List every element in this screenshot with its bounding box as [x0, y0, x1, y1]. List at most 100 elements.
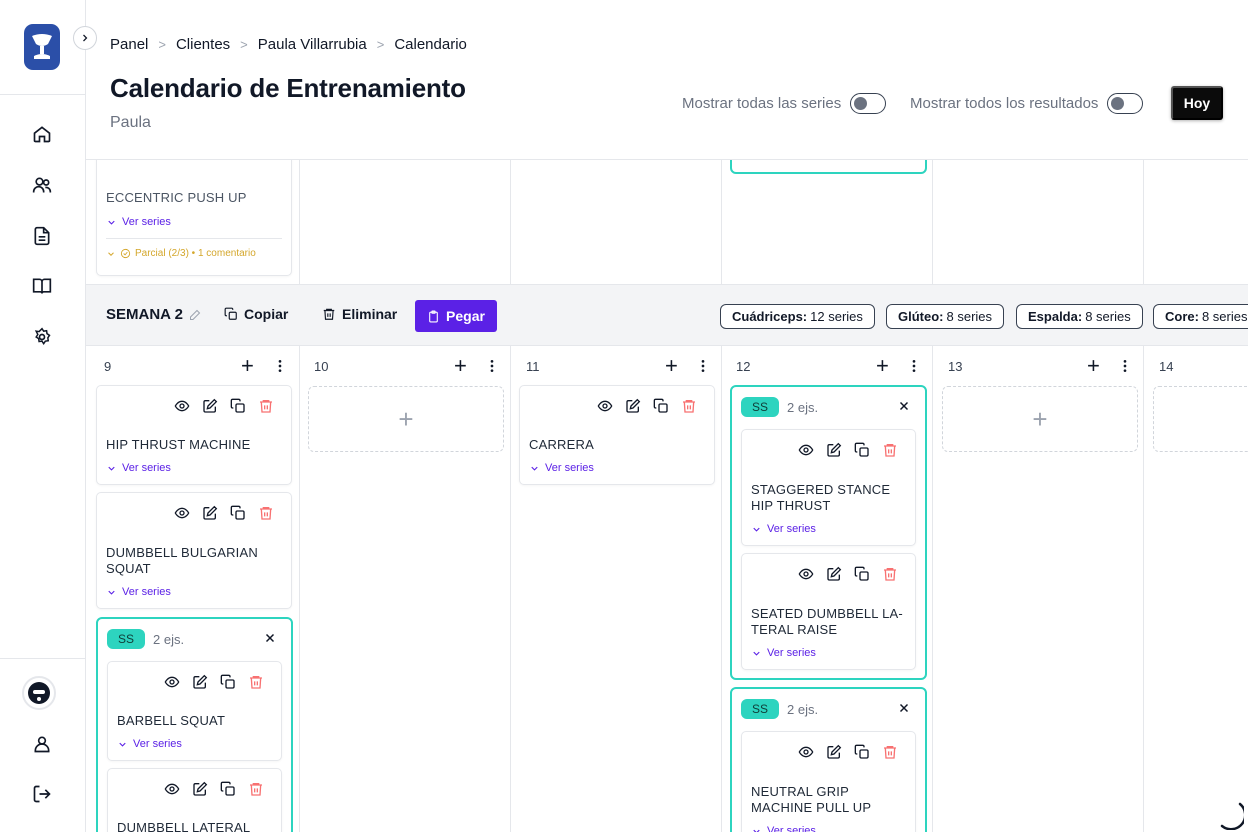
- exercise-card[interactable]: ECCENTRIC PUSH UP Ver series Parcial (2/…: [96, 160, 292, 276]
- breadcrumb-panel[interactable]: Panel: [110, 36, 148, 53]
- eye-icon[interactable]: [798, 566, 814, 582]
- copy-icon[interactable]: [230, 398, 246, 414]
- exercise-actions: [174, 398, 274, 414]
- nav-logout[interactable]: [29, 781, 55, 807]
- copy-icon[interactable]: [854, 566, 870, 582]
- copy-icon[interactable]: [653, 398, 669, 414]
- copy-icon[interactable]: [854, 442, 870, 458]
- add-exercise-button[interactable]: +: [454, 353, 467, 379]
- trash-icon[interactable]: [882, 566, 898, 582]
- exercise-actions: [798, 566, 898, 582]
- close-icon[interactable]: [897, 399, 911, 413]
- more-options-icon[interactable]: [484, 358, 500, 374]
- view-series-link[interactable]: Ver series: [751, 647, 816, 659]
- nav-clients[interactable]: [29, 172, 55, 198]
- edit-icon[interactable]: [192, 674, 208, 690]
- nav-settings[interactable]: [29, 324, 55, 350]
- delete-week-button[interactable]: Eliminar: [322, 306, 397, 322]
- more-options-icon[interactable]: [1117, 358, 1133, 374]
- trash-icon[interactable]: [882, 442, 898, 458]
- brand-logo[interactable]: [24, 24, 60, 70]
- add-exercise-slot[interactable]: +: [942, 386, 1138, 452]
- eye-icon[interactable]: [597, 398, 613, 414]
- view-series-link[interactable]: Ver series: [529, 462, 594, 474]
- edit-icon[interactable]: [625, 398, 641, 414]
- sidebar-expand-button[interactable]: [73, 26, 97, 50]
- eye-icon[interactable]: [164, 781, 180, 797]
- loading-spinner-icon: [1220, 802, 1244, 830]
- eye-icon[interactable]: [164, 674, 180, 690]
- pencil-icon[interactable]: [189, 309, 201, 321]
- edit-icon[interactable]: [202, 505, 218, 521]
- edit-icon[interactable]: [202, 398, 218, 414]
- more-options-icon[interactable]: [272, 358, 288, 374]
- exercise-card[interactable]: DUMBBELL LATERAL: [107, 768, 282, 832]
- sidebar-divider: [0, 658, 86, 659]
- edit-icon[interactable]: [826, 744, 842, 760]
- view-series-link[interactable]: Ver series: [106, 216, 171, 228]
- view-series-link[interactable]: Ver series: [117, 738, 182, 750]
- trash-icon[interactable]: [258, 505, 274, 521]
- eye-icon[interactable]: [174, 505, 190, 521]
- copy-icon[interactable]: [220, 674, 236, 690]
- breadcrumb-clients[interactable]: Clientes: [176, 36, 230, 53]
- eye-icon[interactable]: [798, 442, 814, 458]
- view-series-link[interactable]: Ver series: [106, 462, 171, 474]
- exercise-card[interactable]: DUMBBELL BULGARIAN SQUAT Ver series: [96, 492, 292, 609]
- close-icon[interactable]: [897, 701, 911, 715]
- add-exercise-button[interactable]: +: [241, 353, 254, 379]
- trash-icon[interactable]: [248, 781, 264, 797]
- trash-icon[interactable]: [681, 398, 697, 414]
- add-exercise-button[interactable]: +: [876, 353, 889, 379]
- copy-week-button[interactable]: Copiar: [224, 306, 288, 322]
- add-exercise-button[interactable]: +: [1087, 353, 1100, 379]
- copy-icon[interactable]: [230, 505, 246, 521]
- show-all-results-label: Mostrar todos los resultados: [910, 95, 1099, 112]
- eye-icon[interactable]: [174, 398, 190, 414]
- exercise-card[interactable]: CARRERA Ver series: [519, 385, 715, 485]
- exercise-card[interactable]: SEATED DUMBBELL LA-TERAL RAISE Ver serie…: [741, 553, 916, 670]
- card-divider: [106, 238, 282, 239]
- trash-icon[interactable]: [248, 674, 264, 690]
- copy-icon[interactable]: [220, 781, 236, 797]
- close-icon[interactable]: [263, 631, 277, 645]
- nav-home[interactable]: [29, 121, 55, 147]
- today-button[interactable]: Hoy: [1171, 86, 1223, 120]
- view-series-link[interactable]: Ver series: [751, 825, 816, 832]
- nav-documents[interactable]: [29, 223, 55, 249]
- exercise-card[interactable]: BARBELL SQUAT Ver series: [107, 661, 282, 761]
- show-all-series-toggle[interactable]: [850, 93, 887, 114]
- more-options-icon[interactable]: [695, 358, 711, 374]
- nav-profile[interactable]: [29, 731, 55, 757]
- exercise-card[interactable]: HIP THRUST MACHINE Ver series: [96, 385, 292, 485]
- eye-icon[interactable]: [798, 744, 814, 760]
- add-exercise-slot[interactable]: +: [308, 386, 504, 452]
- breadcrumb-separator-icon: >: [376, 37, 385, 52]
- exercise-actions: [174, 505, 274, 521]
- partial-status[interactable]: Parcial (2/3) • 1 comentario: [106, 248, 256, 259]
- muscle-chip[interactable]: Espalda: 8 series: [1016, 304, 1143, 329]
- more-options-icon[interactable]: [906, 358, 922, 374]
- copy-icon[interactable]: [854, 744, 870, 760]
- avatar[interactable]: [22, 676, 56, 710]
- paste-week-button[interactable]: Pegar: [415, 300, 497, 332]
- muscle-chip[interactable]: Core: 8 series: [1153, 304, 1248, 329]
- trash-icon[interactable]: [882, 744, 898, 760]
- edit-icon[interactable]: [192, 781, 208, 797]
- muscle-chip[interactable]: Cuádriceps: 12 series: [720, 304, 875, 329]
- muscle-chip[interactable]: Glúteo: 8 series: [886, 304, 1005, 329]
- breadcrumb: Panel > Clientes > Paula Villarrubia > C…: [110, 36, 467, 53]
- view-series-link[interactable]: Ver series: [106, 586, 171, 598]
- exercise-card[interactable]: NEUTRAL GRIP MACHINE PULL UP Ver series: [741, 731, 916, 832]
- edit-icon[interactable]: [826, 442, 842, 458]
- show-all-results-toggle[interactable]: [1107, 93, 1144, 114]
- edit-icon[interactable]: [826, 566, 842, 582]
- add-exercise-button[interactable]: +: [665, 353, 678, 379]
- chevron-down-icon: [529, 463, 540, 474]
- exercise-card[interactable]: STAGGERED STANCE HIP THRUST Ver series: [741, 429, 916, 546]
- nav-library[interactable]: [29, 273, 55, 299]
- add-exercise-slot[interactable]: +: [1153, 386, 1248, 452]
- breadcrumb-client[interactable]: Paula Villarrubia: [258, 36, 367, 53]
- view-series-link[interactable]: Ver series: [751, 523, 816, 535]
- trash-icon[interactable]: [258, 398, 274, 414]
